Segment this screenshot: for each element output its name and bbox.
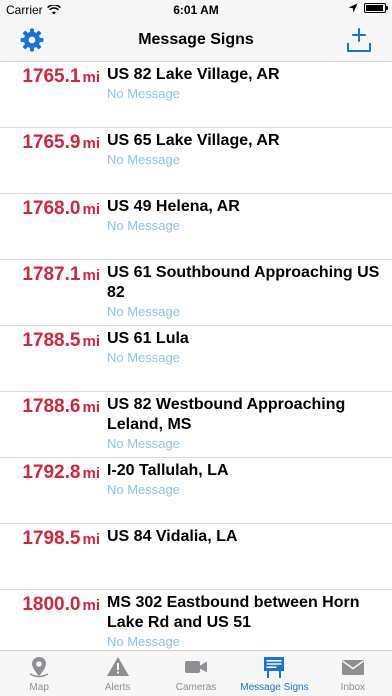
location-arrow-icon — [348, 3, 358, 13]
map-pin-icon — [29, 657, 49, 678]
sign-name: US 49 Helena, AR — [107, 198, 240, 215]
mile-marker: 1765.9 mi — [8, 132, 100, 154]
sign-message: No Message — [107, 436, 180, 451]
status-bar: Carrier 6:01 AM — [0, 0, 392, 20]
tab-bar: Map Alerts Cameras Message Signs Inbox — [0, 650, 392, 696]
status-time: 6:01 AM — [173, 3, 219, 17]
mile-value: 1765.1 — [22, 66, 81, 87]
sign-message: No Message — [107, 218, 180, 233]
message-sign-icon — [264, 657, 285, 678]
tab-map-label: Map — [29, 682, 49, 693]
sign-message: No Message — [107, 152, 180, 167]
mile-marker: 1765.1 mi — [8, 66, 100, 88]
mile-value: 1800.0 — [22, 594, 81, 615]
tab-cameras[interactable]: Cameras — [157, 651, 235, 696]
tab-cameras-label: Cameras — [175, 682, 217, 693]
mile-unit: mi — [82, 267, 100, 284]
tab-message-signs[interactable]: Message Signs — [235, 651, 313, 696]
mile-value: 1788.5 — [22, 330, 81, 351]
page-title: Message Signs — [138, 31, 254, 48]
sign-message: No Message — [107, 482, 180, 497]
nav-bar: Message Signs — [0, 20, 392, 62]
tab-message-signs-label: Message Signs — [240, 682, 309, 693]
message-sign-list: 1765.1 mi US 82 Lake Village, AR No Message… — [0, 62, 392, 678]
list-item[interactable]: 1792.8 mi I-20 Tallulah, LA No Message — [0, 458, 392, 524]
mile-unit: mi — [82, 333, 100, 350]
mile-unit: mi — [82, 597, 100, 614]
sign-name: US 82 Lake Village, AR — [107, 66, 280, 83]
envelope-icon — [341, 660, 364, 675]
mile-value: 1768.0 — [22, 198, 81, 219]
mile-marker: 1792.8 mi — [8, 462, 100, 484]
sign-name: US 65 Lake Village, AR — [107, 132, 280, 149]
mile-unit: mi — [82, 135, 100, 152]
mile-unit: mi — [82, 399, 100, 416]
sign-name: US 84 Vidalia, LA — [107, 528, 238, 545]
status-right — [348, 3, 388, 13]
mile-marker: 1787.1 mi — [8, 264, 100, 286]
mile-unit: mi — [82, 201, 100, 218]
mile-marker: 1768.0 mi — [8, 198, 100, 220]
tab-map[interactable]: Map — [0, 651, 78, 696]
battery-icon — [364, 3, 388, 13]
sign-name: US 61 Southbound Approaching US 82 — [107, 264, 380, 301]
list-item[interactable]: 1788.5 mi US 61 Lula No Message — [0, 326, 392, 392]
sign-name: MS 302 Eastbound between Horn Lake Rd an… — [107, 594, 360, 631]
mile-value: 1792.8 — [22, 462, 81, 483]
list-item[interactable]: 1788.6 mi US 82 Westbound Approaching Lela… — [0, 392, 392, 458]
mile-marker: 1788.5 mi — [8, 330, 100, 352]
mile-unit: mi — [82, 69, 100, 86]
sign-message: No Message — [107, 86, 180, 101]
list-item[interactable]: 1765.1 mi US 82 Lake Village, AR No Message — [0, 62, 392, 128]
list-item[interactable]: 1800.0 mi MS 302 Eastbound between Horn La… — [0, 590, 392, 656]
add-sign-icon[interactable] — [346, 27, 372, 53]
tab-inbox-label: Inbox — [340, 682, 366, 693]
tab-inbox[interactable]: Inbox — [314, 651, 392, 696]
mile-value: 1765.9 — [22, 132, 81, 153]
mile-marker: 1788.6 mi — [8, 396, 100, 418]
tab-alerts[interactable]: Alerts — [78, 651, 156, 696]
mile-unit: mi — [82, 465, 100, 482]
warning-icon — [106, 657, 129, 676]
mile-marker: 1798.5 mi — [8, 528, 100, 550]
mile-value: 1788.6 — [22, 396, 81, 417]
sign-message: No Message — [107, 350, 180, 365]
sign-name: I-20 Tallulah, LA — [107, 462, 229, 479]
sign-message: No Message — [107, 304, 180, 319]
list-item[interactable]: 1798.5 mi US 84 Vidalia, LA — [0, 524, 392, 590]
sign-name: US 82 Westbound Approaching Leland, MS — [107, 396, 346, 433]
mile-unit: mi — [82, 531, 100, 548]
list-item[interactable]: 1787.1 mi US 61 Southbound Approaching US … — [0, 260, 392, 326]
mile-marker: 1800.0 mi — [8, 594, 100, 616]
list-item[interactable]: 1765.9 mi US 65 Lake Village, AR No Message — [0, 128, 392, 194]
mile-value: 1798.5 — [22, 528, 81, 549]
sign-message: No Message — [107, 634, 180, 649]
sign-name: US 61 Lula — [107, 330, 189, 347]
video-camera-icon — [185, 661, 208, 673]
tab-alerts-label: Alerts — [104, 682, 131, 693]
list-item[interactable]: 1768.0 mi US 49 Helena, AR No Message — [0, 194, 392, 260]
mile-value: 1787.1 — [22, 264, 81, 285]
